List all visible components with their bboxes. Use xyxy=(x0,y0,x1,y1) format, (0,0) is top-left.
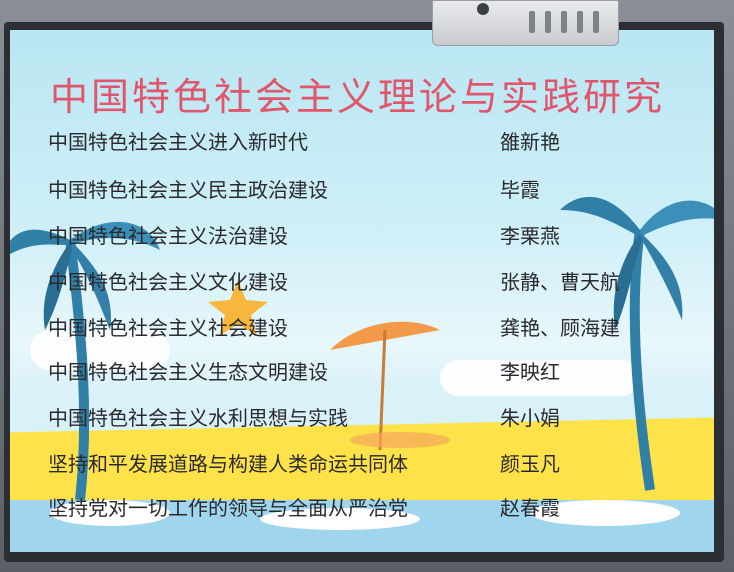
list-item: 中国特色社会主义民主政治建设 毕霞 xyxy=(48,174,688,208)
projector-lens xyxy=(477,3,489,15)
list-item: 中国特色社会主义水利思想与实践 朱小娟 xyxy=(48,402,688,436)
research-topic: 中国特色社会主义生态文明建设 xyxy=(48,360,328,384)
list-item: 中国特色社会主义社会建设 龚艳、顾海建 xyxy=(48,312,688,346)
research-author: 毕霞 xyxy=(500,178,540,202)
research-topic: 坚持党对一切工作的领导与全面从严治党 xyxy=(48,496,408,520)
list-item: 中国特色社会主义法治建设 李栗燕 xyxy=(48,220,688,254)
research-author: 龚艳、顾海建 xyxy=(500,316,620,340)
projector-vent xyxy=(577,11,583,33)
research-author: 朱小娟 xyxy=(500,406,560,430)
research-topic: 中国特色社会主义法治建设 xyxy=(48,224,288,248)
research-author: 李映红 xyxy=(500,360,560,384)
projector-vent xyxy=(561,11,567,33)
projector-vent xyxy=(529,11,535,33)
research-topic: 中国特色社会主义文化建设 xyxy=(48,270,288,294)
research-topic: 中国特色社会主义水利思想与实践 xyxy=(48,406,348,430)
research-topic: 中国特色社会主义社会建设 xyxy=(48,316,288,340)
research-author: 赵春霞 xyxy=(500,496,560,520)
research-author: 颜玉凡 xyxy=(500,452,560,476)
research-topic: 中国特色社会主义进入新时代 xyxy=(48,130,308,154)
projector-vent xyxy=(545,11,551,33)
list-item: 坚持和平发展道路与构建人类命运共同体 颜玉凡 xyxy=(48,448,688,482)
slide-title: 中国特色社会主义理论与实践研究 xyxy=(50,75,666,119)
list-item: 中国特色社会主义生态文明建设 李映红 xyxy=(48,356,688,390)
research-topic: 中国特色社会主义民主政治建设 xyxy=(48,178,328,202)
list-item: 中国特色社会主义文化建设 张静、曹天航 xyxy=(48,266,688,300)
list-item: 中国特色社会主义进入新时代 雒新艳 xyxy=(48,126,688,160)
research-author: 李栗燕 xyxy=(500,224,560,248)
projected-slide: 中国特色社会主义理论与实践研究 中国特色社会主义进入新时代 雒新艳 中国特色社会… xyxy=(10,30,714,552)
list-item: 坚持党对一切工作的领导与全面从严治党 赵春霞 xyxy=(48,492,688,526)
research-author: 张静、曹天航 xyxy=(500,270,620,294)
research-topic: 坚持和平发展道路与构建人类命运共同体 xyxy=(48,452,408,476)
projector-vent xyxy=(593,11,599,33)
research-author: 雒新艳 xyxy=(500,130,560,154)
projector-icon xyxy=(432,0,619,46)
